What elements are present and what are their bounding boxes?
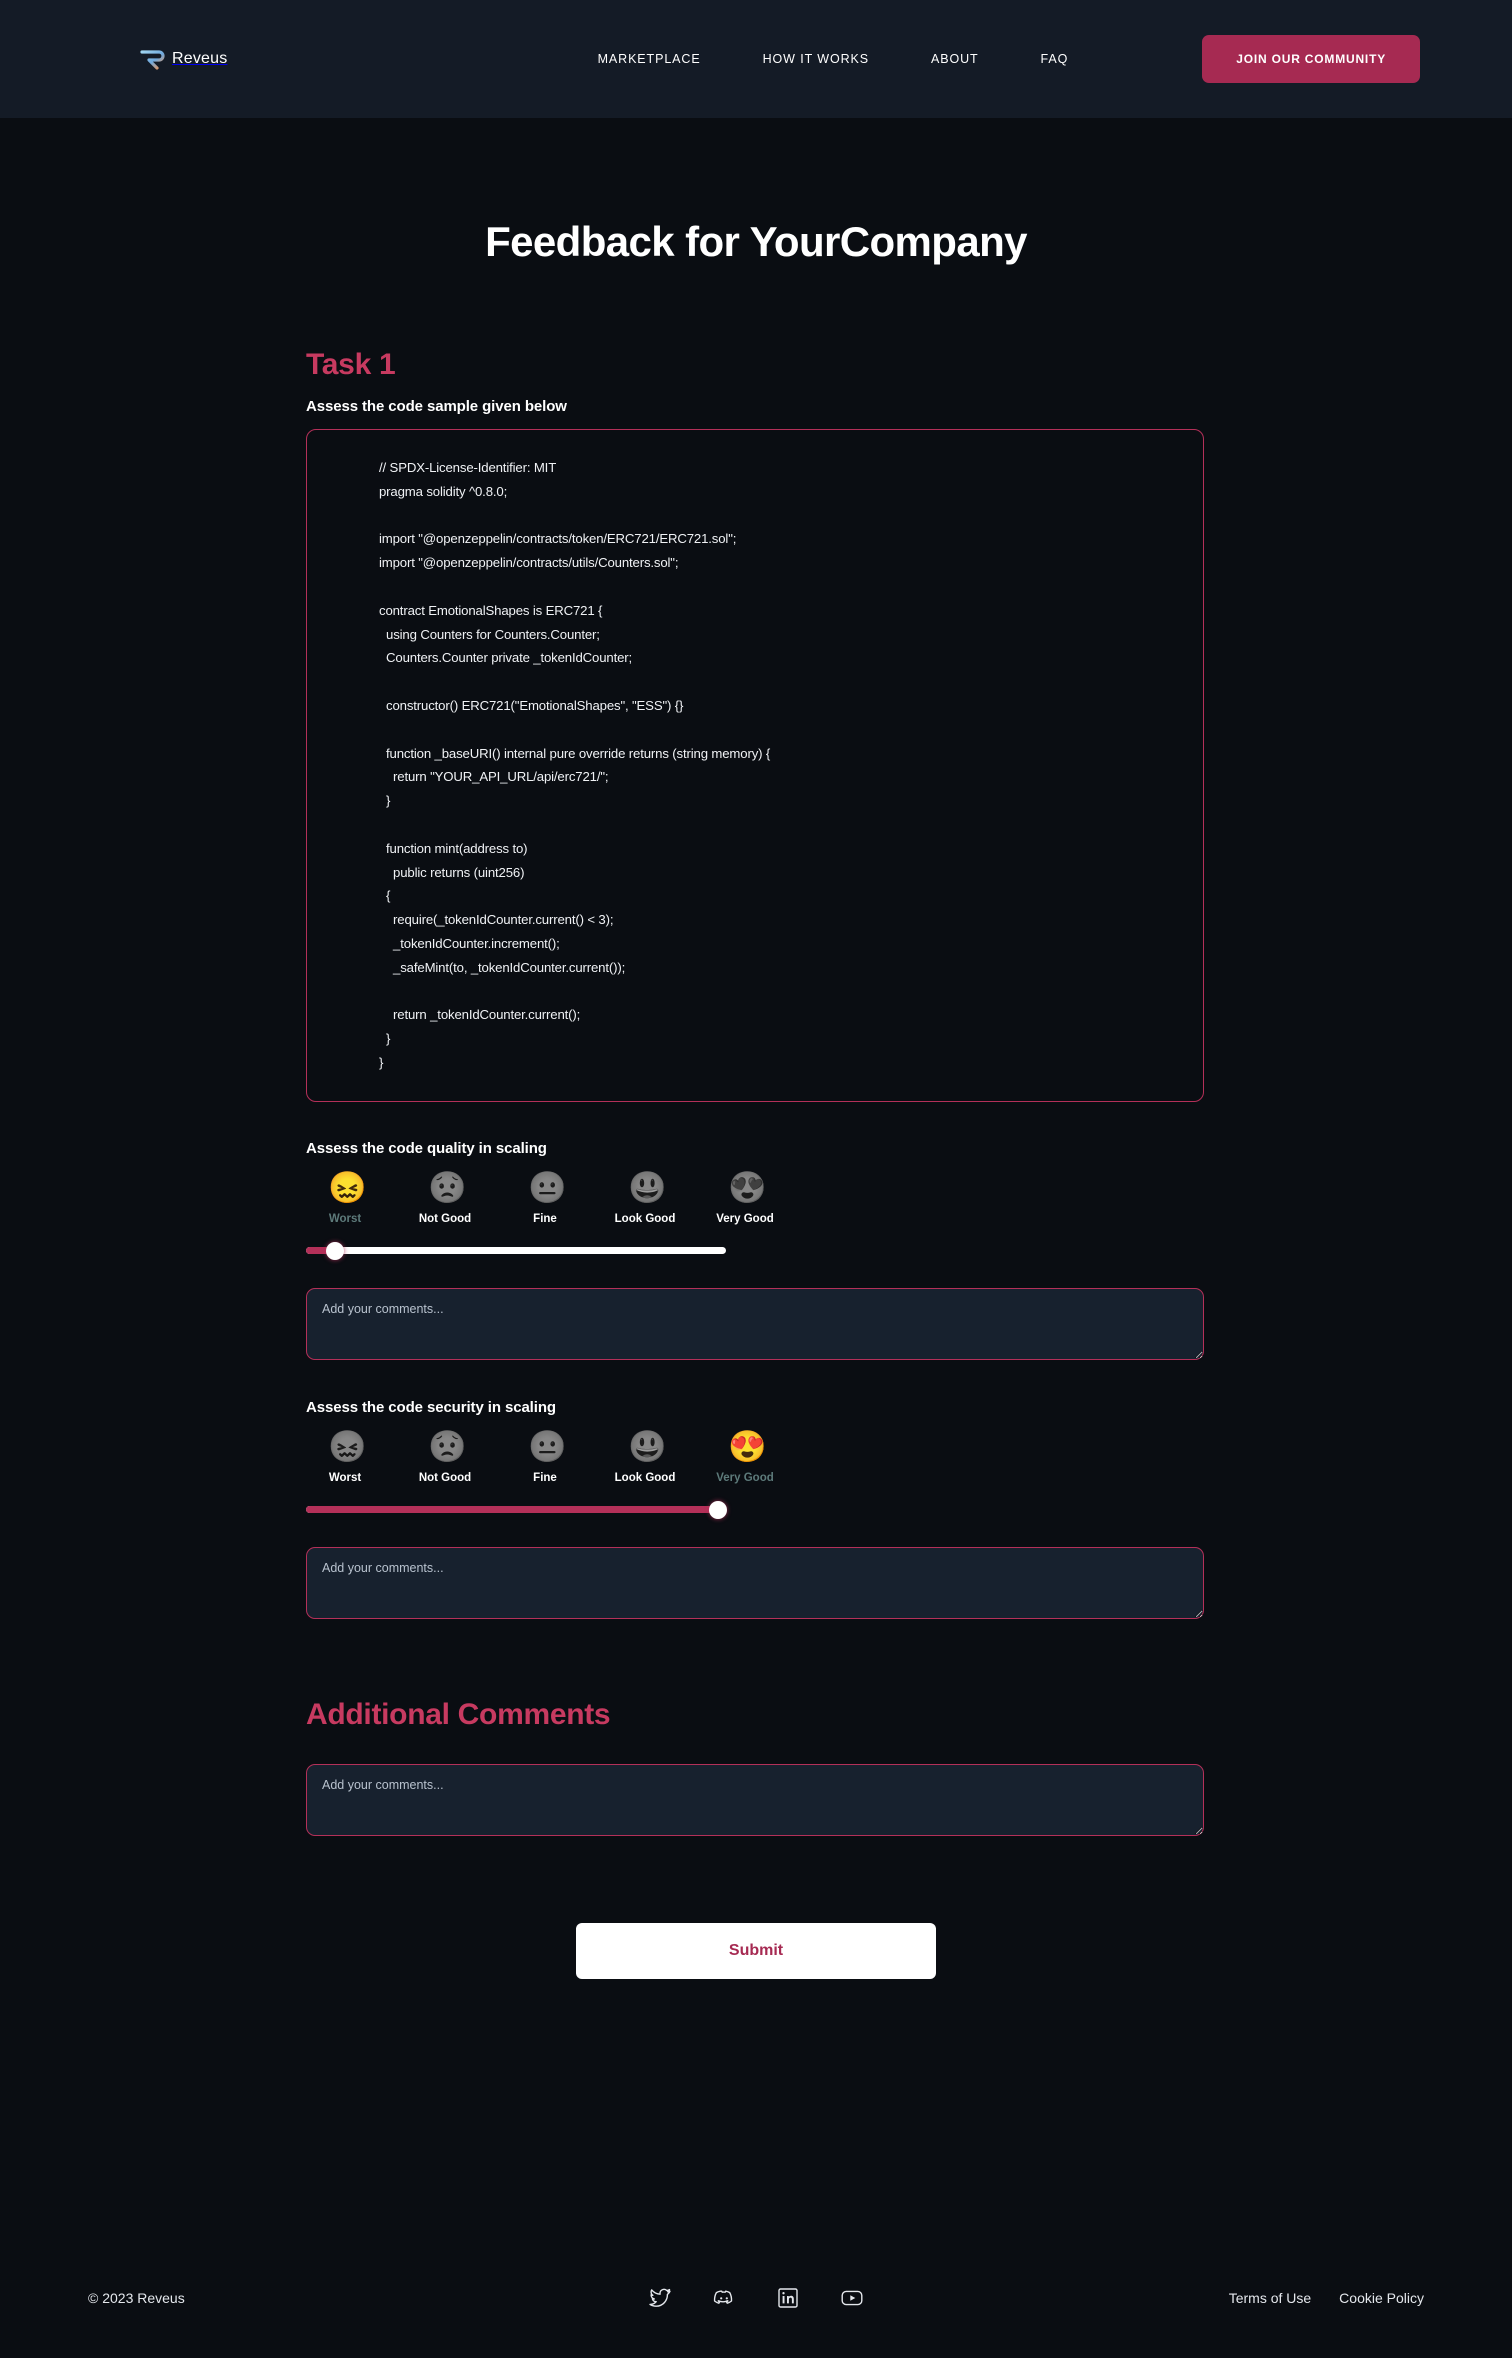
emoji-option-label: Not Good — [418, 1212, 472, 1225]
emoji-option-very-good[interactable]: 😍 Very Good — [708, 1428, 782, 1485]
code-sample-label: Assess the code sample given below — [306, 398, 567, 415]
emoji-option-fine[interactable]: 😐 Fine — [508, 1428, 582, 1485]
comment-input-additional[interactable] — [306, 1763, 1204, 1836]
additional-comments-heading: Additional Comments — [306, 1697, 611, 1731]
slider-fill — [306, 1506, 718, 1514]
slider-thumb[interactable] — [326, 1241, 345, 1260]
nav-item-about[interactable]: ABOUT — [931, 52, 979, 66]
emoji-rating-row: 😖 Worst 😟 Not Good 😐 Fine 😃 Look Good 😍 — [306, 1169, 1206, 1226]
emoji-option-look-good[interactable]: 😃 Look Good — [608, 1169, 682, 1226]
neutral-face-icon: 😐 — [528, 1169, 567, 1205]
logo-text: Reveus — [172, 50, 228, 67]
site-footer: © 2023 Reveus Terms of Use Cookie Policy — [0, 2238, 1512, 2358]
main-navigation: MARKETPLACE HOW IT WORKS ABOUT FAQ JOIN … — [598, 35, 1420, 83]
emoji-option-worst[interactable]: 😖 Worst — [308, 1169, 382, 1226]
rating-slider-code-quality[interactable] — [306, 1240, 726, 1262]
rating-block-code-security: Assess the code security in scaling 😖 Wo… — [306, 1399, 1206, 1624]
emoji-option-look-good[interactable]: 😃 Look Good — [608, 1428, 682, 1485]
rating-block-code-quality: Assess the code quality in scaling 😖 Wor… — [306, 1140, 1206, 1365]
emoji-option-fine[interactable]: 😐 Fine — [508, 1169, 582, 1226]
comment-input-code-security[interactable] — [306, 1546, 1204, 1619]
emoji-option-label: Very Good — [716, 1471, 774, 1484]
task-heading: Task 1 — [306, 348, 396, 381]
rating-label: Assess the code security in scaling — [306, 1398, 556, 1416]
cookie-policy-link[interactable]: Cookie Policy — [1339, 2290, 1424, 2306]
emoji-rating-row: 😖 Worst 😟 Not Good 😐 Fine 😃 Look Good 😍 — [306, 1428, 1206, 1485]
emoji-option-label: Fine — [533, 1212, 557, 1225]
feedback-form: Task 1 Assess the code sample given belo… — [306, 348, 1206, 1979]
confounded-face-icon: 😖 — [328, 1428, 367, 1464]
emoji-option-label: Worst — [328, 1212, 362, 1225]
footer-links: Terms of Use Cookie Policy — [1229, 2290, 1424, 2306]
logo[interactable]: Reveus — [140, 48, 227, 70]
code-sample-text: // SPDX-License-Identifier: MIT pragma s… — [379, 460, 771, 1070]
slider-thumb[interactable] — [708, 1500, 727, 1519]
copyright-text: © 2023 Reveus — [88, 2290, 185, 2306]
smiling-face-icon: 😃 — [628, 1169, 667, 1205]
heart-eyes-face-icon: 😍 — [728, 1428, 767, 1464]
discord-link[interactable] — [712, 2286, 736, 2310]
emoji-option-label: Worst — [328, 1471, 362, 1484]
emoji-option-worst[interactable]: 😖 Worst — [308, 1428, 382, 1485]
twitter-icon — [649, 2288, 671, 2307]
emoji-option-very-good[interactable]: 😍 Very Good — [708, 1169, 782, 1226]
site-header: Reveus MARKETPLACE HOW IT WORKS ABOUT FA… — [0, 0, 1512, 118]
worried-face-icon: 😟 — [428, 1428, 467, 1464]
youtube-link[interactable] — [840, 2286, 864, 2310]
submit-row: Submit — [306, 1922, 1206, 1979]
twitter-link[interactable] — [648, 2286, 672, 2310]
linkedin-icon — [778, 2288, 798, 2308]
emoji-option-not-good[interactable]: 😟 Not Good — [408, 1428, 482, 1485]
worried-face-icon: 😟 — [428, 1169, 467, 1205]
emoji-option-label: Fine — [533, 1471, 557, 1484]
confounded-face-icon: 😖 — [328, 1169, 367, 1205]
nav-item-marketplace[interactable]: MARKETPLACE — [598, 52, 701, 66]
smiling-face-icon: 😃 — [628, 1428, 667, 1464]
code-sample-box: // SPDX-License-Identifier: MIT pragma s… — [306, 429, 1204, 1102]
nav-item-how-it-works[interactable]: HOW IT WORKS — [763, 52, 869, 66]
heart-eyes-face-icon: 😍 — [728, 1169, 767, 1205]
emoji-option-label: Look Good — [614, 1471, 676, 1484]
page-content: Feedback for YourCompany Task 1 Assess t… — [0, 218, 1512, 2039]
reveus-logo-icon — [140, 50, 165, 70]
rating-slider-code-security[interactable] — [306, 1499, 727, 1521]
discord-icon — [713, 2290, 733, 2304]
terms-of-use-link[interactable]: Terms of Use — [1229, 2290, 1311, 2306]
emoji-option-not-good[interactable]: 😟 Not Good — [408, 1169, 482, 1226]
slider-track — [306, 1247, 726, 1255]
page-title: Feedback for YourCompany — [485, 218, 1027, 265]
linkedin-link[interactable] — [776, 2286, 800, 2310]
emoji-option-label: Not Good — [418, 1471, 472, 1484]
comment-input-code-quality[interactable] — [306, 1287, 1204, 1360]
submit-button[interactable]: Submit — [576, 1922, 936, 1979]
emoji-option-label: Very Good — [716, 1212, 774, 1225]
nav-item-faq[interactable]: FAQ — [1041, 52, 1069, 66]
neutral-face-icon: 😐 — [528, 1428, 567, 1464]
emoji-option-label: Look Good — [614, 1212, 676, 1225]
rating-label: Assess the code quality in scaling — [306, 1139, 547, 1157]
youtube-icon — [841, 2290, 863, 2306]
join-our-community-button[interactable]: JOIN OUR COMMUNITY — [1202, 35, 1420, 83]
